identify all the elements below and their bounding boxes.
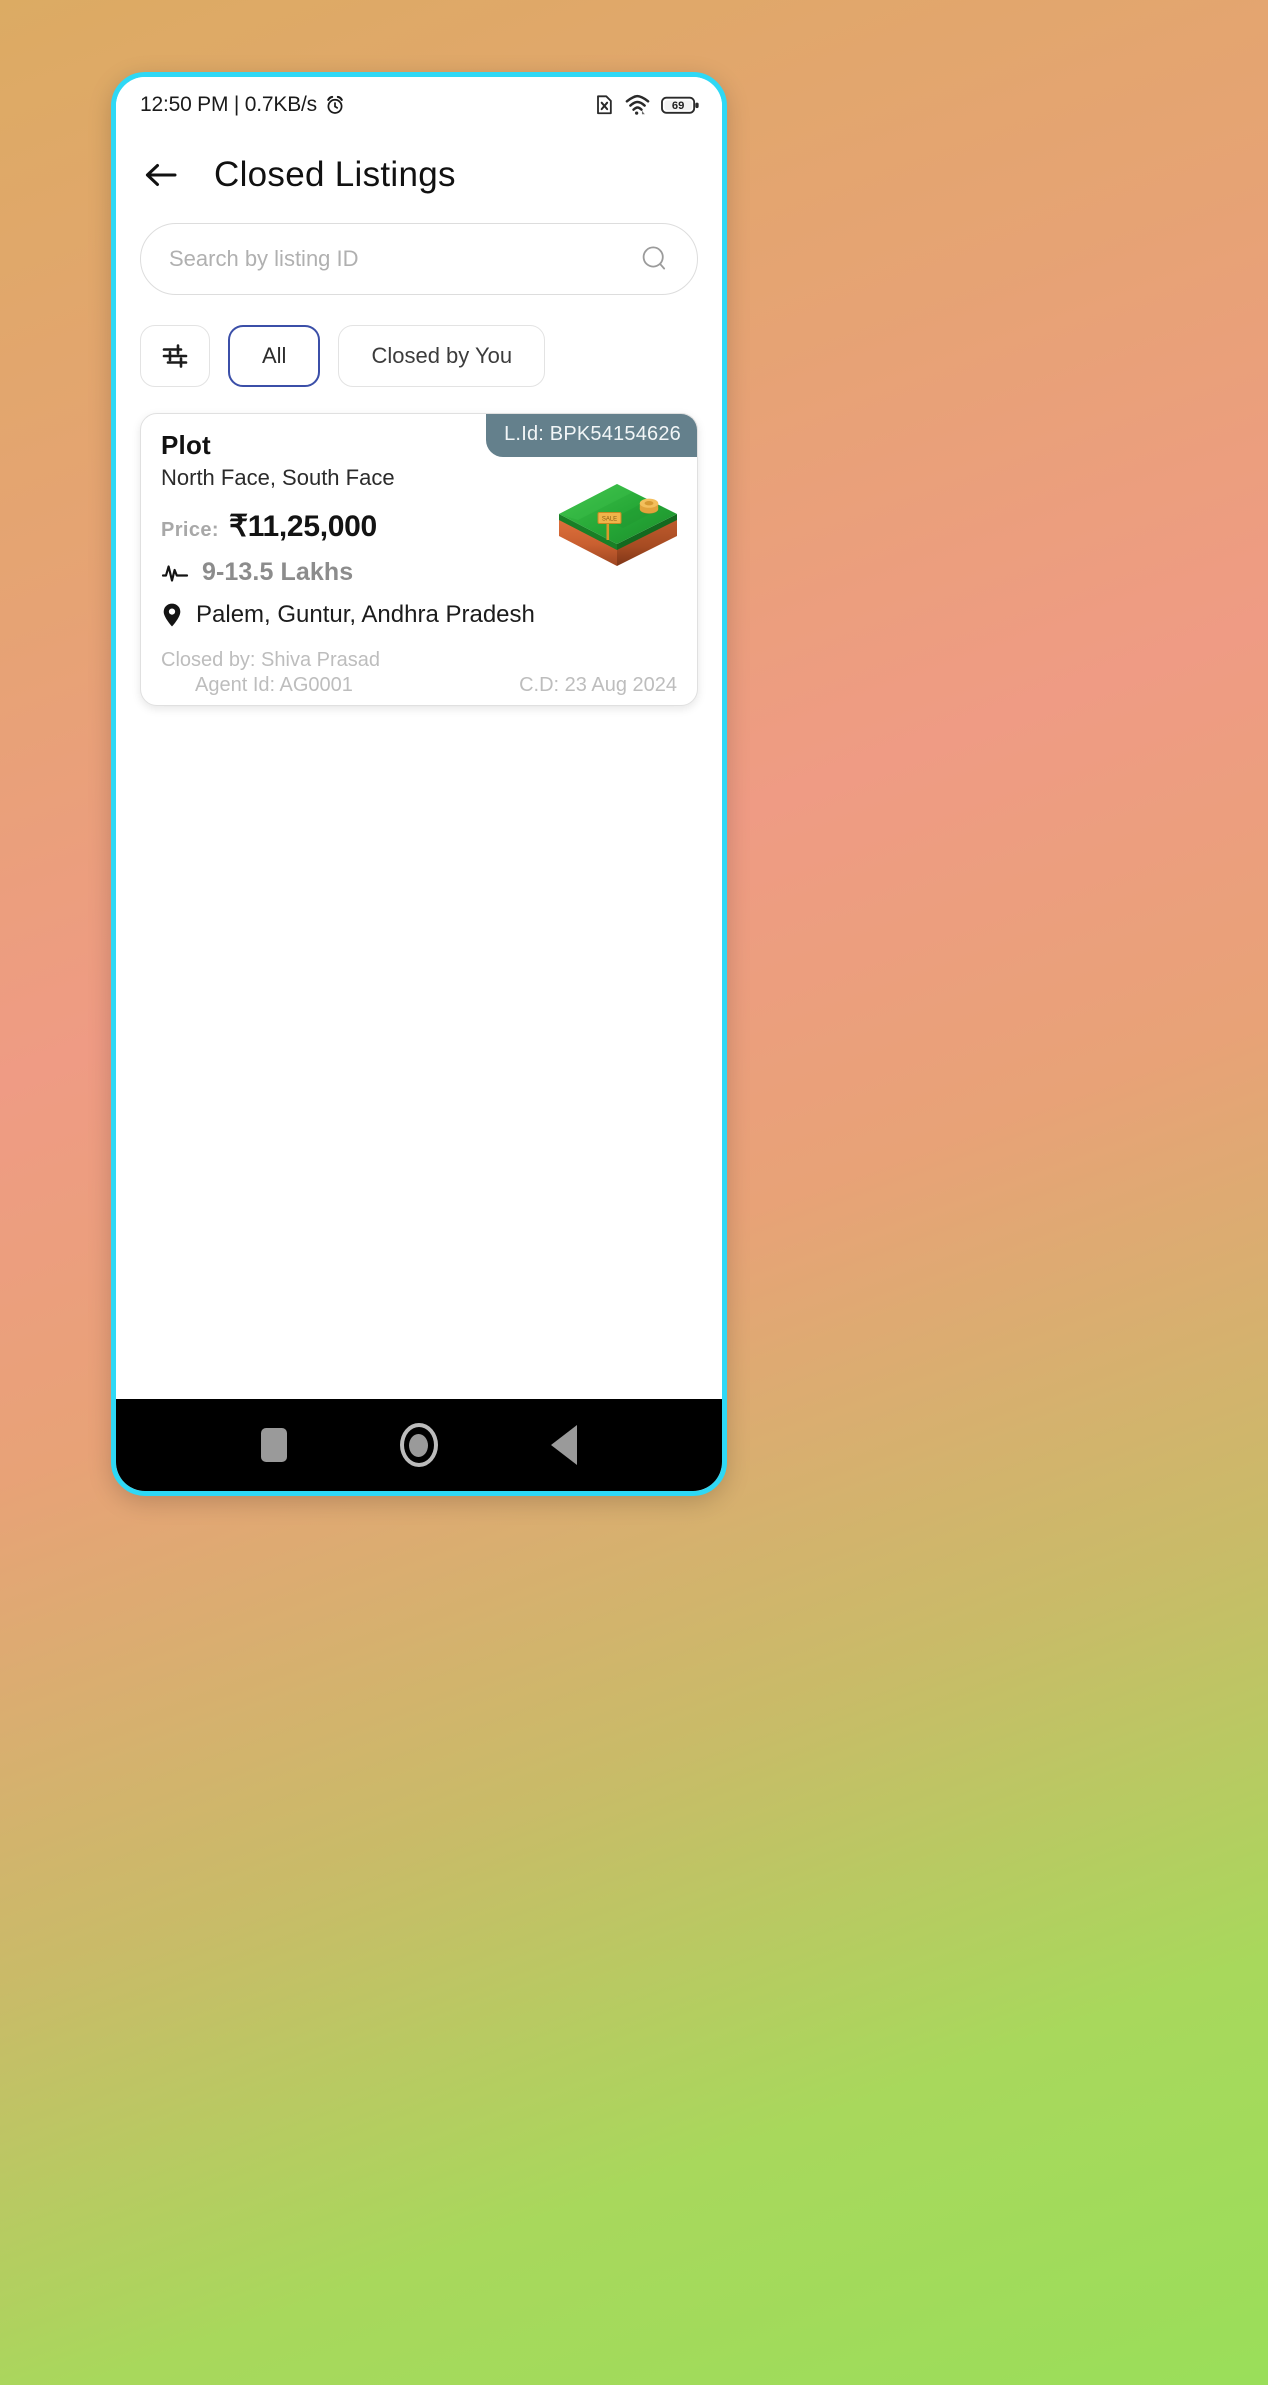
filter-button[interactable] (140, 325, 210, 387)
footer-bottom-row: Agent Id: AG0001 C.D: 23 Aug 2024 (161, 674, 677, 697)
listings-area: L.Id: BPK54154626 Plot North Face, South… (116, 387, 722, 706)
search-section (116, 207, 722, 295)
location-row: Palem, Guntur, Andhra Pradesh (161, 601, 677, 629)
status-bar-left: 12:50 PM | 0.7KB/s (140, 93, 346, 117)
tune-sliders-icon (162, 344, 188, 368)
listing-card-body: Plot North Face, South Face Price: ₹11,2… (141, 414, 697, 629)
location-text: Palem, Guntur, Andhra Pradesh (196, 601, 535, 628)
activity-pulse-icon (161, 564, 189, 582)
closed-by-text: Closed by: Shiva Prasad (161, 649, 381, 671)
alarm-clock-icon (327, 95, 343, 114)
filter-chips-row: All Closed by You (116, 295, 722, 387)
phone-frame: 12:50 PM | 0.7KB/s 69 Closed Listings Se… (111, 72, 727, 1496)
search-input[interactable] (169, 246, 639, 272)
back-arrow-icon[interactable] (144, 161, 178, 189)
home-circle-icon[interactable] (399, 1423, 438, 1467)
agent-id-text: Agent Id: AG0001 (195, 674, 353, 696)
listing-card[interactable]: L.Id: BPK54154626 Plot North Face, South… (140, 413, 698, 706)
no-sim-icon (597, 95, 612, 115)
app-bar: Closed Listings (116, 133, 722, 207)
location-pin-icon (163, 603, 181, 627)
status-bar-right: 69 (593, 94, 700, 116)
price-label: Price: (161, 519, 219, 541)
wifi-icon (625, 94, 650, 115)
plot-of-land-3d-icon: SALE (559, 484, 677, 566)
status-bar: 12:50 PM | 0.7KB/s 69 (116, 77, 722, 133)
price-value: ₹11,25,000 (229, 510, 377, 543)
chip-closed-by-you[interactable]: Closed by You (338, 325, 546, 387)
price-range-text: 9-13.5 Lakhs (202, 558, 354, 586)
status-time-and-speed: 12:50 PM | 0.7KB/s (140, 93, 317, 116)
search-box[interactable] (140, 223, 698, 295)
recents-square-icon[interactable] (260, 1428, 287, 1462)
closing-date-text: C.D: 23 Aug 2024 (519, 674, 677, 696)
back-triangle-icon[interactable] (551, 1425, 578, 1465)
search-icon[interactable] (639, 243, 671, 275)
listing-card-footer: Closed by: Shiva Prasad Agent Id: AG0001… (141, 649, 697, 705)
svg-text:SALE: SALE (602, 516, 617, 522)
page-title: Closed Listings (214, 155, 456, 194)
svg-text:69: 69 (672, 100, 684, 112)
chip-all[interactable]: All (228, 325, 321, 387)
android-nav-bar (116, 1399, 722, 1491)
battery-icon: 69 (661, 96, 699, 114)
property-type: Plot (161, 430, 211, 460)
